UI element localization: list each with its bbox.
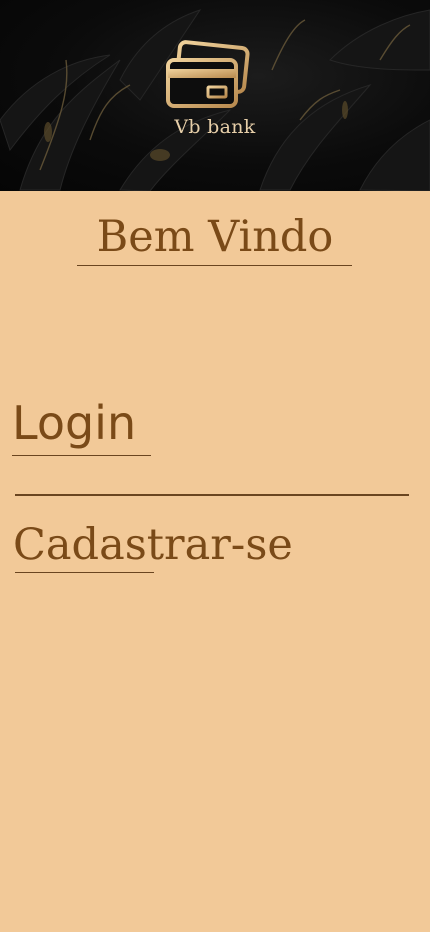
login-underline [12, 455, 151, 456]
page-title: Bem Vindo [96, 212, 334, 262]
login-button[interactable]: Login [12, 396, 136, 450]
brand-name: Vb bank [174, 116, 256, 138]
signup-button[interactable]: Cadastrar-se [13, 520, 293, 570]
header-banner: Vb bank [0, 0, 430, 191]
signup-underline [15, 572, 154, 573]
title-underline [77, 265, 352, 266]
credit-cards-icon [166, 40, 250, 108]
section-divider [15, 494, 409, 496]
